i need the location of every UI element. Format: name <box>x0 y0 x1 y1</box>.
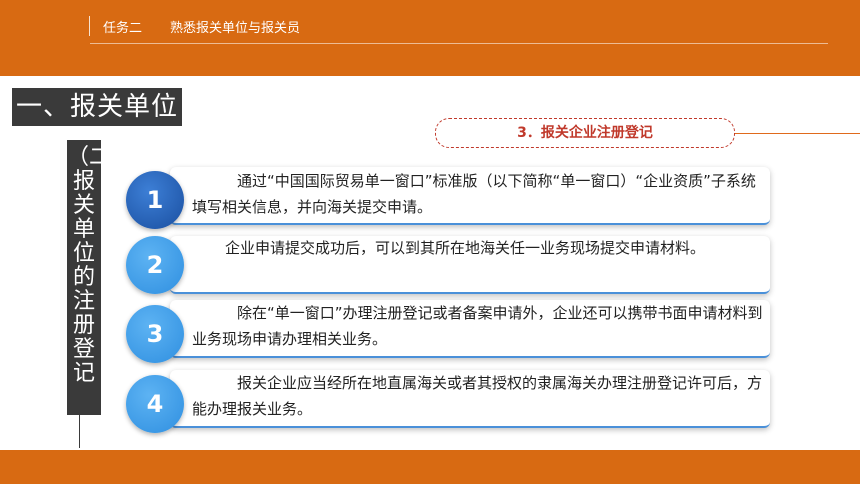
step-number-badge: 1 <box>126 171 184 229</box>
vertical-title: （二）报关单位的注册登记 <box>67 145 134 386</box>
topic-label: 熟悉报关单位与报关员 <box>170 21 301 36</box>
task-label: 任务二 <box>103 21 143 36</box>
subsection-rule <box>733 133 860 134</box>
footer-bar <box>0 450 860 484</box>
step-text: 通过“中国国际贸易单一窗口”标准版（以下简称“单一窗口）“企业资质”子系统填写相… <box>192 172 756 216</box>
header-bar: 任务二 熟悉报关单位与报关员 <box>0 0 860 76</box>
header-separator <box>89 16 90 36</box>
vertical-connector <box>79 410 80 448</box>
step-number-badge: 4 <box>126 375 184 433</box>
header-rule <box>90 43 828 44</box>
step-text: 报关企业应当经所在地直属海关或者其授权的隶属海关办理注册登记许可后，方能办理报关… <box>192 374 763 418</box>
step-text: 企业申请提交成功后，可以到其所在地海关任一业务现场提交申请材料。 <box>225 239 706 257</box>
step-number-badge: 2 <box>126 236 184 294</box>
section-heading: 一、报关单位 <box>12 88 182 126</box>
step-text: 除在“单一窗口”办理注册登记或者备案申请外，企业还可以携带书面申请材料到业务现场… <box>192 304 763 348</box>
step-number-badge: 3 <box>126 305 184 363</box>
subsection-title: 3．报关企业注册登记 <box>517 125 653 141</box>
